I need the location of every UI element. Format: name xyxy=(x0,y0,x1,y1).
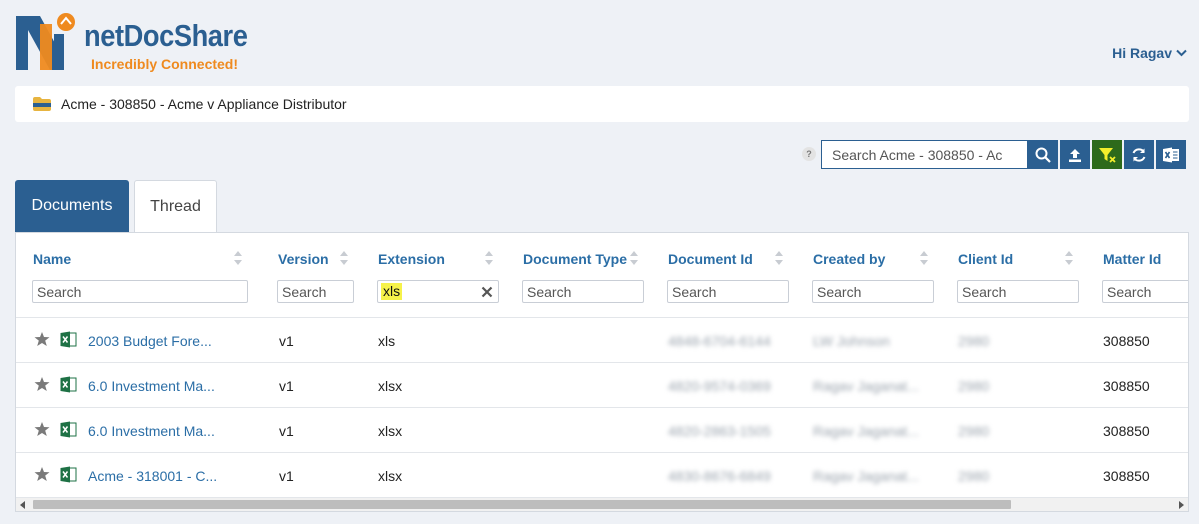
upload-button[interactable] xyxy=(1060,140,1090,169)
excel-file-icon xyxy=(60,331,77,348)
breadcrumb: Acme - 308850 - Acme v Appliance Distrib… xyxy=(15,86,1189,122)
column-header-document-id[interactable]: Document Id xyxy=(668,251,753,267)
upload-icon xyxy=(1069,148,1081,162)
document-client-id: 2980 xyxy=(958,468,990,484)
table-row[interactable]: 6.0 Investment Ma... v1 xlsx 4820-2863-1… xyxy=(16,407,1188,452)
user-menu[interactable]: Hi Ragav xyxy=(1112,45,1187,61)
chevron-down-icon xyxy=(1176,49,1187,57)
excel-file-icon xyxy=(60,466,77,483)
filter-clear-icon xyxy=(1099,147,1116,163)
search-icon xyxy=(1035,147,1051,163)
excel-file-icon xyxy=(60,421,77,438)
column-header-version[interactable]: Version xyxy=(278,251,329,267)
document-version: v1 xyxy=(279,423,294,439)
sort-icon[interactable] xyxy=(234,251,242,265)
sort-icon[interactable] xyxy=(340,251,348,265)
sort-icon[interactable] xyxy=(1065,251,1073,265)
user-greeting: Hi Ragav xyxy=(1112,45,1172,61)
document-extension: xlsx xyxy=(378,378,403,394)
document-id: 4820-2863-1505 xyxy=(668,423,771,439)
column-header-matter-id[interactable]: Matter Id xyxy=(1103,251,1161,267)
document-matter-id: 308850 xyxy=(1103,423,1150,439)
document-client-id: 2980 xyxy=(958,378,990,394)
export-excel-button[interactable] xyxy=(1156,140,1186,169)
document-matter-id: 308850 xyxy=(1103,468,1150,484)
column-header-client-id[interactable]: Client Id xyxy=(958,251,1013,267)
table-row[interactable]: 6.0 Investment Ma... v1 xlsx 4820-9574-0… xyxy=(16,362,1188,407)
filter-extension-input[interactable]: xls xyxy=(377,280,499,303)
breadcrumb-text: Acme - 308850 - Acme v Appliance Distrib… xyxy=(61,96,347,112)
filter-created-by-input[interactable] xyxy=(812,280,934,303)
document-id: 4848-6704-6144 xyxy=(668,333,771,349)
table-row[interactable]: 2003 Budget Fore... v1 xls 4848-6704-614… xyxy=(16,317,1188,362)
filter-matter-id-input[interactable] xyxy=(1102,280,1188,303)
brand-logo: netDocShare Incredibly Connected! xyxy=(14,12,248,74)
search-button[interactable] xyxy=(1028,140,1058,169)
document-name-link[interactable]: Acme - 318001 - C... xyxy=(88,468,217,484)
document-extension: xlsx xyxy=(378,468,403,484)
document-extension: xls xyxy=(378,333,396,349)
excel-icon xyxy=(1162,147,1179,162)
search-input[interactable] xyxy=(821,140,1028,169)
document-name-link[interactable]: 6.0 Investment Ma... xyxy=(88,378,215,394)
document-matter-id: 308850 xyxy=(1103,333,1150,349)
document-matter-id: 308850 xyxy=(1103,378,1150,394)
document-extension: xlsx xyxy=(378,423,403,439)
document-client-id: 2980 xyxy=(958,423,990,439)
star-icon[interactable] xyxy=(34,331,50,347)
filter-document-type-input[interactable] xyxy=(522,280,644,303)
brand-name: netDocShare xyxy=(84,18,248,53)
document-version: v1 xyxy=(279,333,294,349)
document-name-link[interactable]: 2003 Budget Fore... xyxy=(88,333,212,349)
help-icon[interactable]: ? xyxy=(802,147,816,161)
column-header-extension[interactable]: Extension xyxy=(378,251,445,267)
sort-icon[interactable] xyxy=(920,251,928,265)
star-icon[interactable] xyxy=(34,376,50,392)
brand-tagline: Incredibly Connected! xyxy=(91,56,239,72)
sort-icon[interactable] xyxy=(485,251,493,265)
document-client-id: 2980 xyxy=(958,333,990,349)
table-row[interactable]: Acme - 318001 - C... v1 xlsx 4830-8676-6… xyxy=(16,452,1188,497)
clear-filter-button[interactable] xyxy=(1092,140,1122,169)
star-icon[interactable] xyxy=(34,421,50,437)
filter-document-id-input[interactable] xyxy=(667,280,789,303)
filter-name-input[interactable] xyxy=(32,280,248,303)
sort-icon[interactable] xyxy=(630,251,638,265)
logo-mark-icon xyxy=(16,13,75,70)
documents-table: Name Version Extension Document Type Doc… xyxy=(15,232,1189,512)
column-header-name[interactable]: Name xyxy=(33,251,71,267)
scroll-right-icon[interactable] xyxy=(1179,501,1184,509)
tab-documents[interactable]: Documents xyxy=(15,180,129,232)
document-name-link[interactable]: 6.0 Investment Ma... xyxy=(88,423,215,439)
column-header-document-type[interactable]: Document Type xyxy=(523,251,627,267)
document-version: v1 xyxy=(279,378,294,394)
document-created-by: Ragav Jaganat... xyxy=(813,378,919,394)
document-created-by: Ragav Jaganat... xyxy=(813,423,919,439)
refresh-button[interactable] xyxy=(1124,140,1154,169)
star-icon[interactable] xyxy=(34,466,50,482)
filter-version-input[interactable] xyxy=(277,280,354,303)
horizontal-scrollbar[interactable] xyxy=(16,497,1188,511)
document-created-by: Ragav Jaganat... xyxy=(813,468,919,484)
document-id: 4830-8676-6849 xyxy=(668,468,771,484)
scroll-left-icon[interactable] xyxy=(20,501,25,509)
filter-extension-value: xls xyxy=(381,283,403,300)
tab-thread[interactable]: Thread xyxy=(134,180,217,232)
clear-filter-icon[interactable] xyxy=(481,286,493,298)
refresh-icon xyxy=(1132,147,1146,162)
document-created-by: LW Johnson xyxy=(813,333,890,349)
document-id: 4820-9574-0369 xyxy=(668,378,771,394)
excel-file-icon xyxy=(60,376,77,393)
document-version: v1 xyxy=(279,468,294,484)
filter-client-id-input[interactable] xyxy=(957,280,1079,303)
scrollbar-thumb[interactable] xyxy=(33,500,1011,509)
sort-icon[interactable] xyxy=(775,251,783,265)
column-header-created-by[interactable]: Created by xyxy=(813,251,885,267)
folder-icon xyxy=(33,97,51,111)
